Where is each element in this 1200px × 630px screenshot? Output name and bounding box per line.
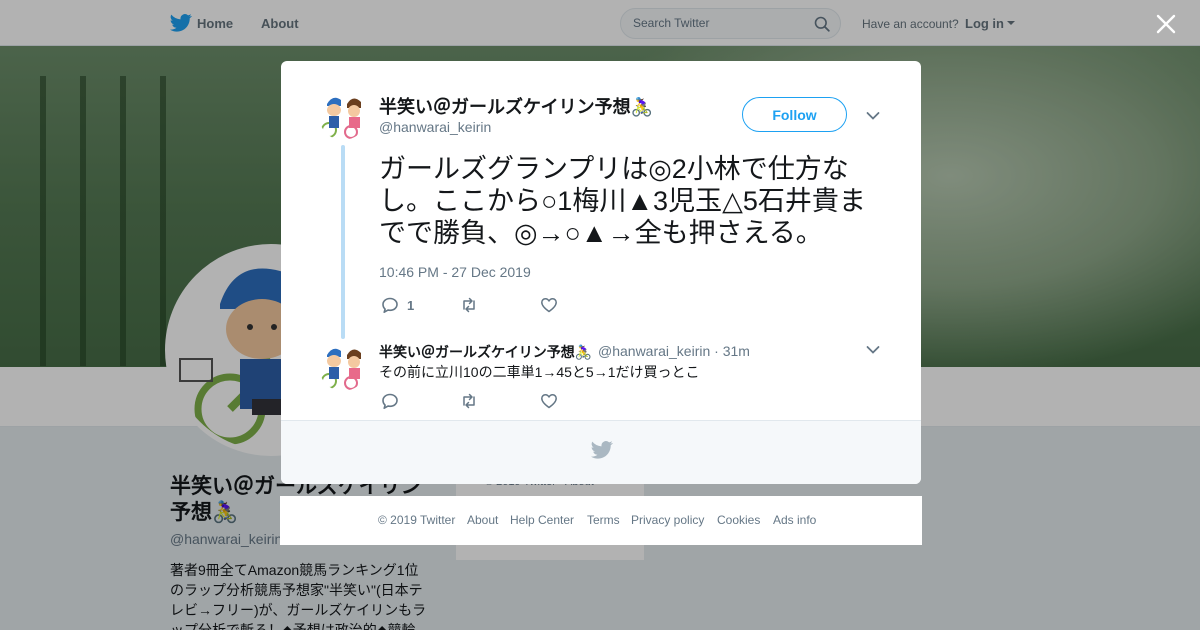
tweet-author-name[interactable]: 半笑い＠ガールズケイリン予想🚴‍♀️ [379, 93, 653, 119]
close-icon[interactable] [1154, 12, 1178, 36]
modal-footer [281, 420, 921, 484]
footer-help-center-link[interactable]: Help Center [510, 513, 574, 527]
reply-author-meta[interactable]: @hanwarai_keirin · 31m [598, 343, 750, 359]
like-icon [541, 298, 557, 313]
tweet-text: ガールズグランプリは◎2小林で仕方なし。ここから○1梅川▲3児玉△5石井貴までで… [379, 154, 866, 248]
reply-time[interactable]: · 31m [714, 343, 750, 359]
retweet-icon [463, 297, 475, 313]
tweet-author-avatar[interactable] [319, 92, 367, 140]
chevron-down-icon[interactable] [866, 345, 880, 355]
chevron-down-icon[interactable] [866, 111, 880, 121]
reply-button[interactable]: 1 [381, 295, 414, 315]
reply-author-name[interactable]: 半笑い＠ガールズケイリン予想🚴‍♀️ [379, 342, 592, 362]
tweet-author-handle[interactable]: @hanwarai_keirin [379, 119, 491, 135]
footer-copyright: © 2019 Twitter [378, 513, 456, 527]
reply-icon [382, 297, 398, 313]
footer-privacy-link[interactable]: Privacy policy [631, 513, 704, 527]
like-icon [541, 394, 557, 409]
tweet-modal: 半笑い＠ガールズケイリン予想🚴‍♀️ @hanwarai_keirin Foll… [281, 61, 921, 484]
twitter-bird-icon[interactable] [591, 440, 613, 460]
footer-about-link[interactable]: About [467, 513, 498, 527]
footer-cookies-link[interactable]: Cookies [717, 513, 760, 527]
reply-like-button[interactable] [540, 391, 558, 411]
reply-icon [382, 393, 398, 409]
like-button[interactable] [540, 295, 558, 315]
legal-footer: © 2019 Twitter About Help Center Terms P… [280, 496, 922, 545]
thread-line [341, 145, 345, 339]
retweet-button[interactable] [460, 295, 478, 315]
avatar-illustration [321, 97, 361, 139]
follow-button[interactable]: Follow [742, 97, 847, 132]
reply-author-handle[interactable]: @hanwarai_keirin [598, 343, 710, 359]
footer-ads-info-link[interactable]: Ads info [773, 513, 816, 527]
reply-text: その前に立川10の二車単1→45と5→1だけ買っとこ [379, 364, 700, 380]
reply-retweet-button[interactable] [460, 391, 478, 411]
reply-author-avatar[interactable] [319, 343, 367, 391]
reply-reply-button[interactable] [381, 391, 399, 411]
tweet-timestamp[interactable]: 10:46 PM - 27 Dec 2019 [379, 264, 531, 280]
reply-count: 1 [407, 297, 415, 313]
avatar-illustration [321, 348, 361, 390]
footer-terms-link[interactable]: Terms [587, 513, 620, 527]
retweet-icon [463, 393, 475, 409]
